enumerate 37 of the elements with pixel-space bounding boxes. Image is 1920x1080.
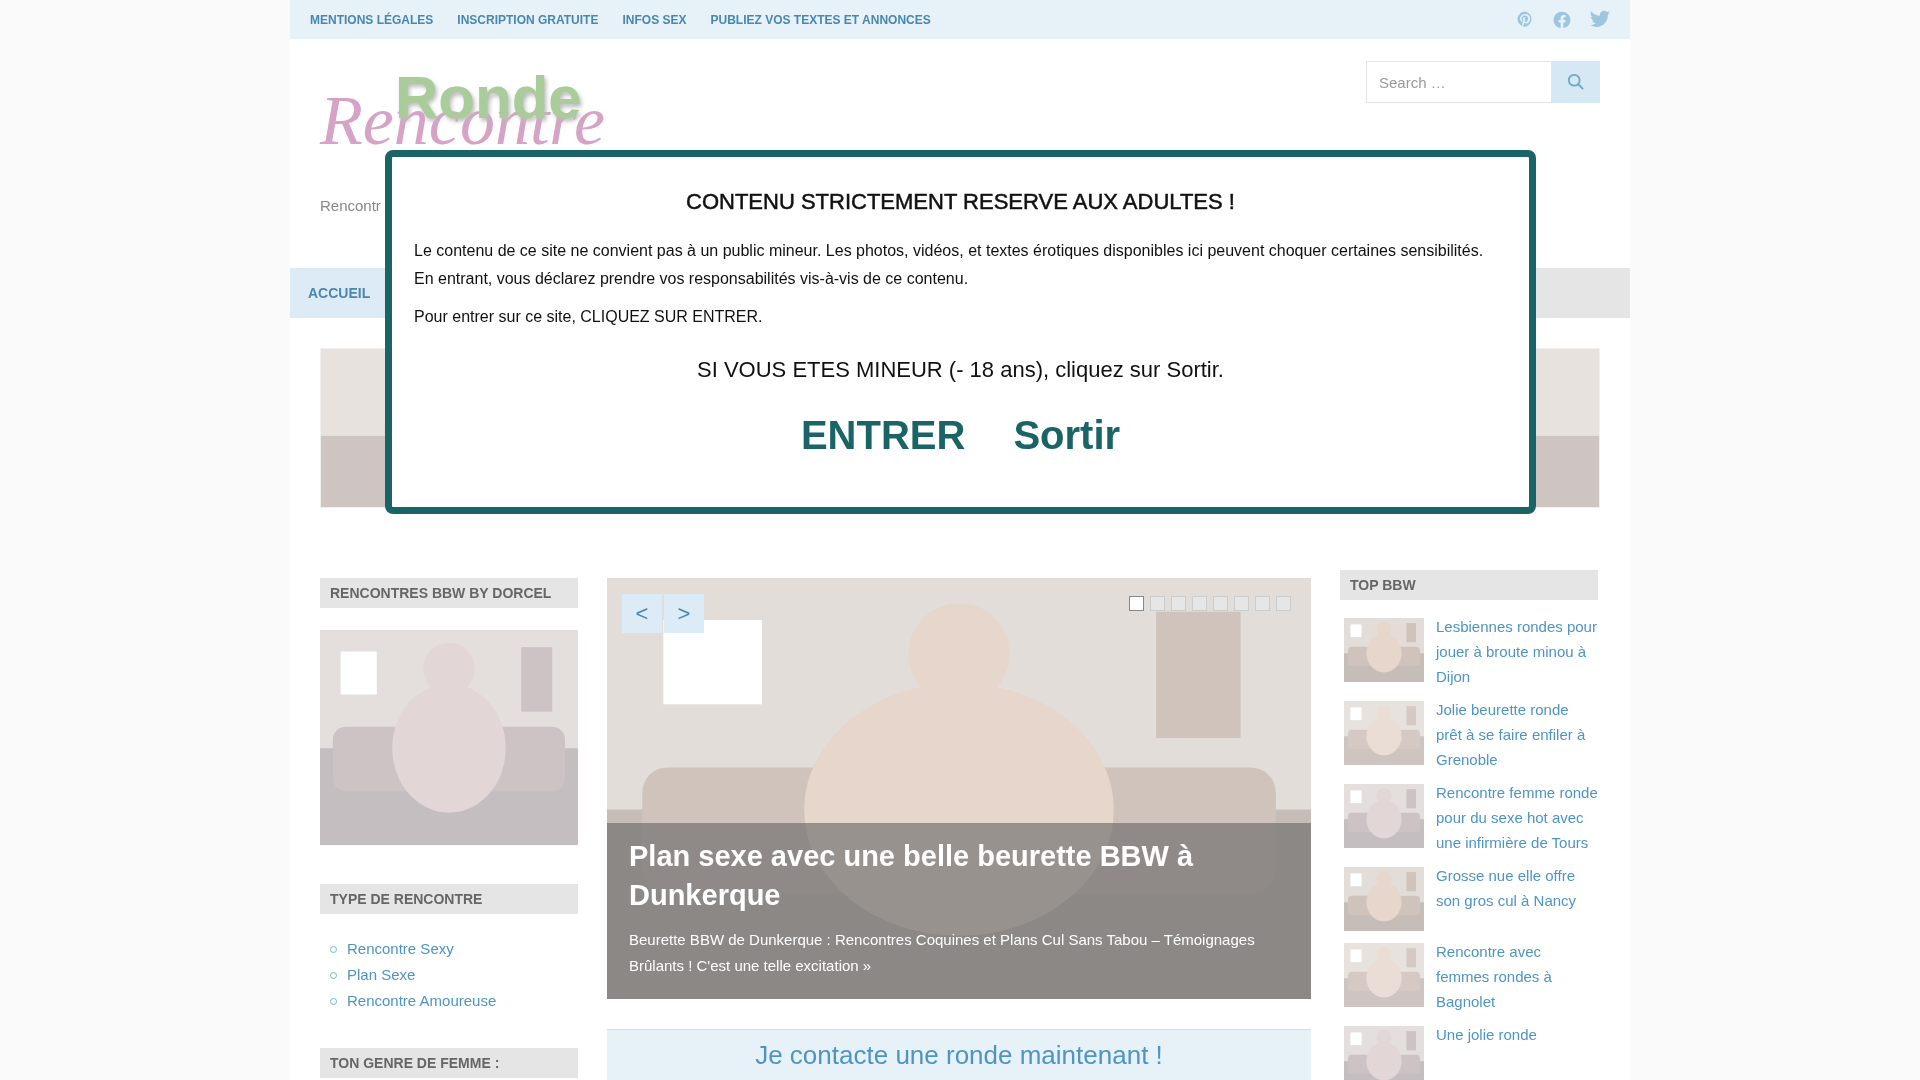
post-link[interactable]: Rencontre avec femmes rondes à Bagnolet	[1436, 939, 1598, 1014]
contact-banner[interactable]: Je contacte une ronde maintenant !	[607, 1029, 1311, 1080]
post-link[interactable]: Une jolie ronde	[1436, 1022, 1537, 1080]
instruction-text: Pour entrer sur ce site, CLIQUEZ SUR ENTRER.	[414, 307, 764, 327]
dialog-button[interactable]: Sortir	[1013, 413, 1121, 458]
warning-text: Le contenu de ce site ne convient pas à un public mineur. Les photos, vidéos, et textes érotiques disponibles ici peuvent choquer certaines sensibilités.	[414, 241, 1485, 261]
pinterest-icon[interactable]	[1516, 9, 1534, 28]
previous-button[interactable]: <	[622, 594, 662, 633]
top-menu-link[interactable]: PUBLIEZ VOS TEXTES ET ANNONCES	[710, 12, 931, 27]
top-menu-link[interactable]: MENTIONS LÉGALES	[310, 12, 434, 27]
widget-title: TOP BBW	[1340, 570, 1598, 600]
search-button[interactable]	[1551, 61, 1600, 103]
warning-text: En entrant, vous déclarez prendre vos responsabilités vis-à-vis de ce contenu.	[414, 269, 970, 289]
next-button[interactable]: >	[664, 594, 704, 633]
facebook-icon[interactable]	[1552, 9, 1572, 30]
post-link[interactable]: Lesbiennes rondes pour jouer à broute minou à Dijon	[1436, 614, 1598, 689]
category-link[interactable]: Rencontre Amoureuse	[347, 988, 497, 1014]
dialog-title: CONTENU STRICTEMENT RESERVE AUX ADULTES !	[685, 189, 1236, 215]
post-link[interactable]: Jolie beurette ronde prêt à se faire enfiler à Grenoble	[1436, 697, 1598, 772]
site-tagline: Rencontr	[320, 197, 381, 214]
dialog-button[interactable]: ENTRER	[800, 413, 966, 458]
post-link[interactable]: Rencontre femme ronde pour du sexe hot avec une infirmière de Tours	[1436, 780, 1598, 855]
twitter-icon[interactable]	[1590, 9, 1610, 28]
search-field[interactable]: Search …	[1366, 61, 1551, 103]
minor-notice: SI VOUS ETES MINEUR (- 18 ans), cliquez sur Sortir.	[696, 357, 1225, 383]
top-menu-link[interactable]: INSCRIPTION GRATUITE	[457, 12, 599, 27]
widget-title: TON GENRE DE FEMME :	[320, 1048, 578, 1078]
category-link[interactable]: Plan Sexe	[347, 962, 416, 988]
post-link[interactable]: Grosse nue elle offre son gros cul à Nancy	[1436, 863, 1598, 931]
widget-title: TYPE DE RENCONTRE	[320, 884, 578, 914]
slide-excerpt: Beurette BBW de Dunkerque : Rencontres Coquines et Plans Cul Sans Tabou – Témoignages Brûlants ! C'est une telle excitation »	[629, 930, 1256, 976]
widget-title: RENCONTRES BBW BY DORCEL	[320, 578, 578, 608]
top-menu-link[interactable]: INFOS SEX	[622, 12, 687, 27]
slide-title[interactable]: Plan sexe avec une belle beurette BBW à Dunkerque	[629, 837, 1289, 915]
search-icon	[1566, 73, 1585, 91]
category-link[interactable]: Rencontre Sexy	[347, 936, 454, 962]
read-more-link[interactable]: »	[862, 957, 872, 974]
